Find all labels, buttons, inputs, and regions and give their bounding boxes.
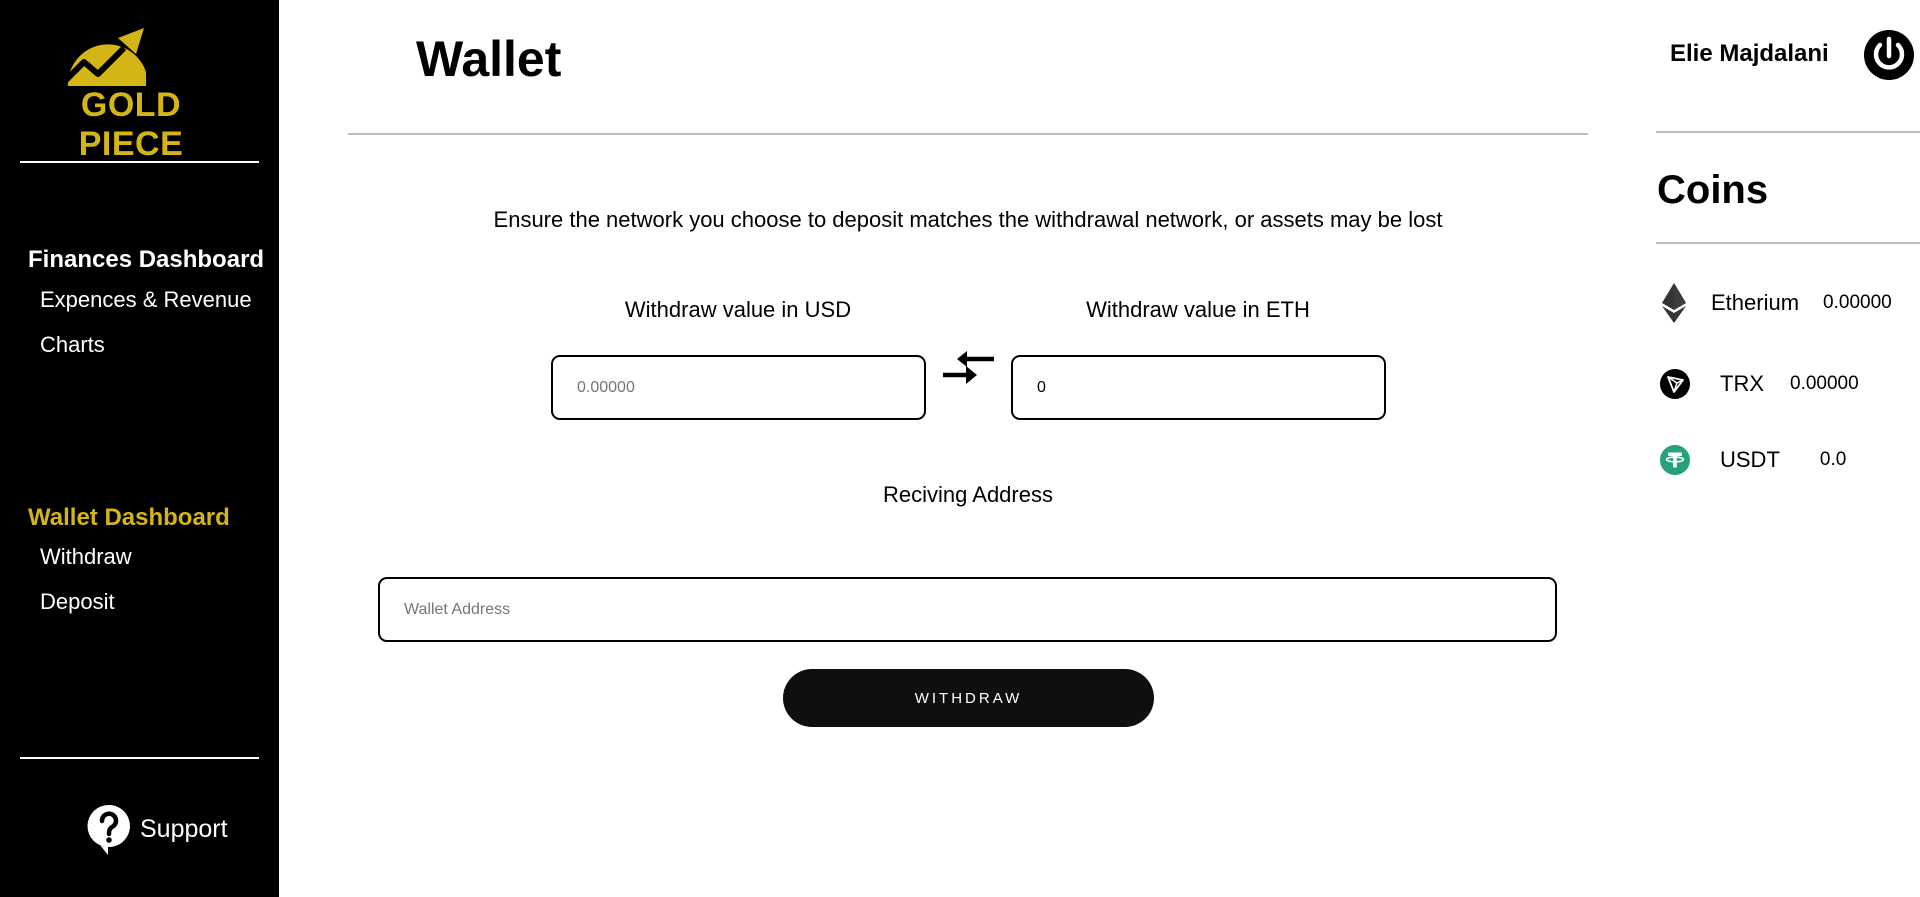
question-bubble-icon — [87, 804, 130, 855]
coin-name: Etherium — [1711, 290, 1800, 315]
coin-name: TRX — [1720, 371, 1764, 396]
receiving-address-label: Reciving Address — [883, 482, 1053, 507]
eth-label: Withdraw value in ETH — [1086, 297, 1310, 322]
ethereum-icon — [1662, 283, 1686, 323]
coin-balance: 0.00000 — [1790, 373, 1859, 394]
sidebar-divider-bottom — [20, 757, 259, 759]
sidebar-divider-top — [20, 161, 259, 163]
gold-chart-logo-icon — [59, 28, 146, 87]
usd-label: Withdraw value in USD — [624, 297, 852, 322]
sidebar-item-withdraw[interactable]: Withdraw — [40, 544, 132, 570]
coin-name: USDT — [1720, 447, 1780, 472]
brand-logo[interactable]: GOLD PIECE — [26, 22, 236, 163]
logout-button[interactable] — [1862, 28, 1916, 82]
eth-amount-input[interactable] — [1011, 355, 1386, 420]
sidebar-heading-wallet: Wallet Dashboard — [28, 504, 230, 531]
wallet-address-input[interactable] — [378, 577, 1557, 642]
coins-divider-bottom — [1656, 242, 1920, 244]
coin-balance: 0.0 — [1819, 449, 1847, 470]
coins-divider-top — [1656, 131, 1920, 133]
support-label: Support — [140, 814, 228, 843]
coin-balance: 0.00000 — [1823, 292, 1892, 313]
power-icon — [1864, 30, 1914, 80]
tron-icon — [1660, 369, 1690, 399]
user-name: Elie Majdalani — [1670, 40, 1829, 67]
sidebar-item-charts[interactable]: Charts — [40, 332, 105, 358]
coin-row-usdt[interactable]: USDT 0.0 — [1660, 438, 1846, 482]
network-warning: Ensure the network you choose to deposit… — [493, 207, 1443, 232]
tether-icon — [1660, 445, 1690, 475]
sidebar-item-expences-revenue[interactable]: Expences & Revenue — [40, 287, 252, 313]
swap-button[interactable] — [941, 349, 995, 389]
page-title: Wallet — [416, 31, 562, 87]
coin-row-etherium[interactable]: Etherium 0.00000 — [1660, 281, 1892, 325]
sidebar-item-deposit[interactable]: Deposit — [40, 589, 115, 615]
brand-name: GOLD PIECE — [78, 86, 184, 163]
sidebar: GOLD PIECE Finances Dashboard Expences &… — [0, 0, 279, 897]
coin-row-trx[interactable]: TRX 0.00000 — [1660, 362, 1859, 406]
support-link[interactable]: Support — [86, 803, 228, 855]
sidebar-heading-finances: Finances Dashboard — [28, 246, 265, 273]
usd-amount-input[interactable] — [551, 355, 926, 420]
coins-title: Coins — [1657, 168, 1769, 212]
withdraw-button[interactable]: WITHDRAW — [783, 669, 1154, 727]
swap-arrows-icon — [943, 351, 994, 384]
main-divider — [348, 133, 1588, 135]
